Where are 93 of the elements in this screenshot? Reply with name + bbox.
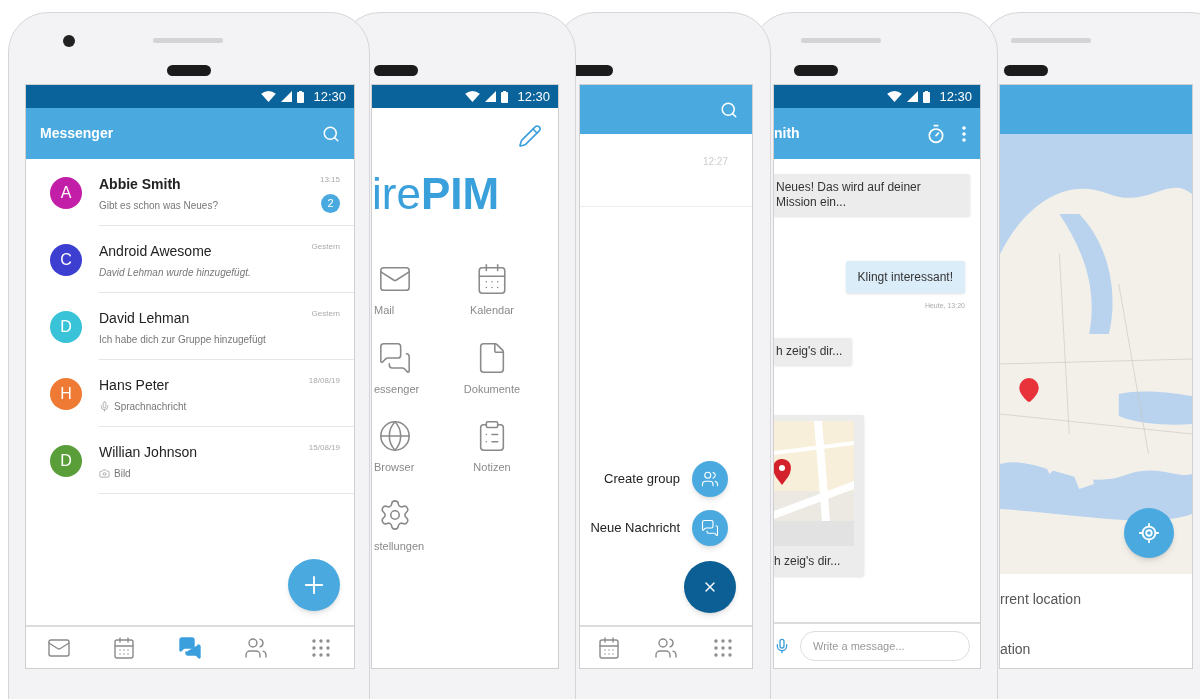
battery-icon (923, 90, 931, 103)
wifi-icon (887, 91, 903, 102)
calendar-icon (112, 635, 137, 660)
message-preview: Bild (114, 467, 131, 481)
locate-icon (1138, 522, 1160, 544)
status-time: 12:30 (517, 87, 550, 106)
action-button[interactable] (692, 510, 728, 546)
conversation-item[interactable]: D David Lehman Ich habe dich zur Gruppe hinzugefügt Gestern (26, 293, 354, 360)
signal-icon (907, 91, 919, 102)
avatar: D (50, 444, 82, 477)
search-button[interactable] (720, 100, 738, 119)
battery-icon (501, 90, 509, 103)
earpiece (374, 65, 418, 76)
people-icon (654, 635, 678, 660)
signal-icon (485, 91, 497, 102)
people-icon (701, 470, 719, 488)
search-icon (322, 124, 340, 143)
incoming-message: Neues! Das wird auf deiner Mission ein... (774, 174, 970, 216)
map-pin-icon (1016, 377, 1042, 403)
message-field[interactable]: Write a message... (800, 631, 970, 661)
message-preview: Sprachnachricht (114, 400, 187, 414)
avatar: A (50, 176, 82, 209)
speaker-grille (153, 38, 223, 43)
earpiece (1004, 65, 1048, 76)
incoming-message: h zeig's dir... (774, 337, 853, 365)
wifi-icon (465, 91, 481, 102)
conversation-item[interactable]: D Willian Johnson Bild 15/08/19 (26, 427, 354, 494)
conversation-item[interactable]: C Android Awesome David Lehman wurde hinzugefügt. Gestern (26, 226, 354, 293)
message-time: 15/08/19 (308, 442, 340, 454)
message-time: Gestern (311, 308, 340, 320)
chat-bubbles-icon (178, 635, 202, 660)
contact-name: Android Awesome (99, 242, 213, 261)
chat-bubbles-icon (378, 340, 412, 375)
timer-button[interactable] (926, 123, 946, 144)
close-button[interactable] (684, 561, 736, 613)
message-preview: Gibt es schon was Neues? (99, 199, 218, 213)
earpiece (794, 65, 838, 76)
search-button[interactable] (322, 124, 340, 143)
conversation-item[interactable]: A Abbie Smith Gibt es schon was Neues? 13:15 2 (26, 159, 354, 226)
conversation-item[interactable]: H Hans Peter Sprachnachricht 18/08/19 (26, 360, 354, 427)
wifi-icon (261, 91, 277, 102)
search-icon (720, 100, 738, 119)
microphone-icon (99, 401, 110, 412)
camera-lens (63, 35, 75, 47)
edit-button[interactable] (518, 124, 542, 148)
action-label: Create group (604, 470, 680, 489)
contact-name: Hans Peter (99, 376, 171, 395)
message-time: 18/08/19 (308, 375, 340, 387)
header-title: nith (774, 124, 800, 143)
app-launcher-item[interactable]: Dokumente (436, 340, 548, 397)
avatar: D (50, 310, 82, 343)
gear-icon (378, 497, 412, 532)
app-logo: irePIM (372, 172, 501, 216)
calendar-icon (475, 262, 509, 296)
message-preview: Ich habe dich zur Gruppe hinzugefügt (99, 333, 266, 347)
contact-name: Abbie Smith (99, 175, 182, 194)
app-launcher-item[interactable]: Mail (372, 262, 436, 319)
location-message[interactable]: h zeig's dir... (774, 414, 864, 576)
message-preview: David Lehman wurde hinzugefügt. (99, 266, 251, 280)
signal-icon (281, 91, 293, 102)
app-launcher-item[interactable]: Notizen (436, 419, 548, 476)
action-label: Neue Nachricht (590, 519, 680, 538)
contact-name: Willian Johnson (99, 443, 199, 462)
header-title: Messenger (40, 124, 114, 143)
app-launcher-item[interactable]: stellungen (372, 497, 436, 554)
calendar-icon (596, 635, 621, 660)
location-option[interactable]: ation (1000, 624, 1192, 668)
status-time: 12:30 (939, 87, 972, 106)
earpiece (167, 65, 211, 76)
pencil-icon (518, 124, 542, 148)
app-launcher-item[interactable]: Kalendar (436, 262, 548, 319)
unread-count: 2 (321, 194, 340, 213)
action-button[interactable] (692, 461, 728, 497)
location-option[interactable]: rrent location (1000, 574, 1192, 624)
microphone-icon (774, 638, 790, 654)
chat-bubbles-icon (701, 519, 719, 537)
timer-icon (926, 123, 946, 144)
avatar: H (50, 377, 82, 410)
more-button[interactable] (962, 125, 966, 142)
battery-icon (297, 90, 305, 103)
message-time: Gestern (311, 241, 340, 253)
contact-name: David Lehman (99, 309, 191, 328)
status-time: 12:30 (313, 87, 346, 106)
people-icon (243, 635, 268, 660)
message-time: 13:15 (319, 174, 340, 186)
more-icon (962, 125, 966, 142)
app-launcher-item[interactable]: Browser (372, 419, 436, 476)
camera-icon (99, 468, 110, 479)
avatar: C (50, 243, 82, 276)
new-chat-button[interactable] (288, 559, 340, 611)
app-launcher-item[interactable]: essenger (372, 340, 436, 397)
globe-icon (378, 419, 412, 453)
outgoing-message: Klingt interessant! (845, 261, 965, 293)
